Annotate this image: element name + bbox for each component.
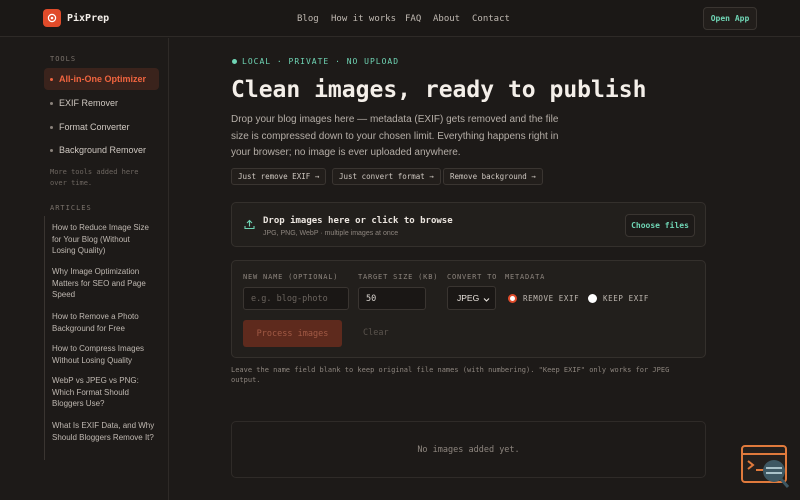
nav-link-about[interactable]: About [433, 14, 460, 24]
remove-background-link[interactable]: Remove background → [443, 168, 543, 185]
article-link[interactable]: How to Compress Images Without Losing Qu… [52, 343, 155, 366]
format-select[interactable]: JPEG [447, 286, 496, 310]
radio-selected-icon [508, 294, 517, 303]
sidebar-item-all-in-one-optimizer[interactable]: All-in-One Optimizer [44, 68, 159, 90]
clear-button[interactable]: Clear [363, 328, 389, 338]
articles-list: How to Reduce Image Size for Your Blog (… [44, 216, 159, 460]
article-link[interactable]: What Is EXIF Data, and Why Should Blogge… [52, 420, 155, 443]
metadata-label: METADATA [505, 273, 546, 281]
nav-link-contact[interactable]: Contact [472, 14, 510, 24]
dropzone-subtitle: JPG, PNG, WebP · multiple images at once [263, 230, 399, 237]
just-remove-exif-link[interactable]: Just remove EXIF → [231, 168, 327, 185]
remove-exif-radio[interactable]: REMOVE EXIF [508, 294, 579, 303]
sidebar-item-label: Background Remover [59, 145, 147, 155]
sidebar-item-label: EXIF Remover [59, 98, 119, 108]
name-label: NEW NAME (OPTIONAL) [243, 273, 339, 281]
keep-exif-radio[interactable]: KEEP EXIF [588, 294, 649, 303]
choose-files-button[interactable]: Choose files [625, 214, 695, 237]
main-nav: Blog How it works FAQ About Contact [0, 14, 800, 26]
nav-link-blog[interactable]: Blog [297, 14, 319, 24]
just-convert-format-link[interactable]: Just convert format → [332, 168, 441, 185]
sidebar-item-exif-remover[interactable]: EXIF Remover [44, 92, 159, 114]
articles-heading: ARTICLES [50, 204, 92, 212]
bullet-icon [50, 77, 53, 81]
top-header: PixPrep Blog How it works FAQ About Cont… [0, 0, 800, 37]
sidebar-item-label: Format Converter [59, 122, 130, 132]
sidebar-item-format-converter[interactable]: Format Converter [44, 116, 159, 138]
privacy-tagline: LOCAL · PRIVATE · NO UPLOAD [232, 57, 399, 66]
nav-link-how-it-works[interactable]: How it works [331, 14, 396, 24]
more-tools-note: More tools added here over time. [50, 168, 139, 187]
bullet-icon [50, 148, 53, 152]
process-images-button[interactable]: Process images [243, 320, 342, 347]
page-title: Clean images, ready to publish [231, 77, 647, 103]
upload-icon [244, 219, 255, 232]
page-description: Drop your blog images here — metadata (E… [231, 114, 559, 158]
tools-heading: TOOLS [50, 55, 77, 63]
nav-link-faq[interactable]: FAQ [405, 14, 421, 24]
convert-to-label: CONVERT TO [447, 273, 498, 281]
image-dropzone[interactable]: Drop images here or click to browse JPG,… [231, 202, 706, 247]
status-dot-icon [232, 59, 237, 64]
target-size-label: TARGET SIZE (KB) [358, 273, 439, 281]
new-name-input[interactable]: e.g. blog-photo [243, 287, 349, 310]
chevron-down-icon [483, 295, 490, 305]
dropzone-title: Drop images here or click to browse [263, 216, 453, 226]
bullet-icon [50, 125, 53, 129]
sidebar-item-background-remover[interactable]: Background Remover [44, 139, 159, 161]
article-link[interactable]: How to Remove a Photo Background for Fre… [52, 311, 155, 334]
article-link[interactable]: How to Reduce Image Size for Your Blog (… [52, 222, 155, 257]
results-empty-state: No images added yet. [231, 421, 706, 478]
form-hint: Leave the name field blank to keep origi… [231, 366, 670, 384]
target-size-input[interactable]: 50 [358, 287, 426, 310]
article-link[interactable]: Why Image Optimization Matters for SEO a… [52, 266, 155, 301]
open-app-button[interactable]: Open App [703, 7, 757, 30]
sidebar: TOOLS All-in-One Optimizer EXIF Remover … [0, 38, 169, 500]
article-link[interactable]: WebP vs JPEG vs PNG: Which Format Should… [52, 375, 155, 410]
radio-unselected-icon [588, 294, 597, 303]
options-panel: NEW NAME (OPTIONAL) e.g. blog-photo TARG… [231, 260, 706, 358]
floating-helper-icon[interactable] [740, 444, 792, 490]
bullet-icon [50, 101, 53, 105]
sidebar-item-label: All-in-One Optimizer [59, 74, 147, 84]
